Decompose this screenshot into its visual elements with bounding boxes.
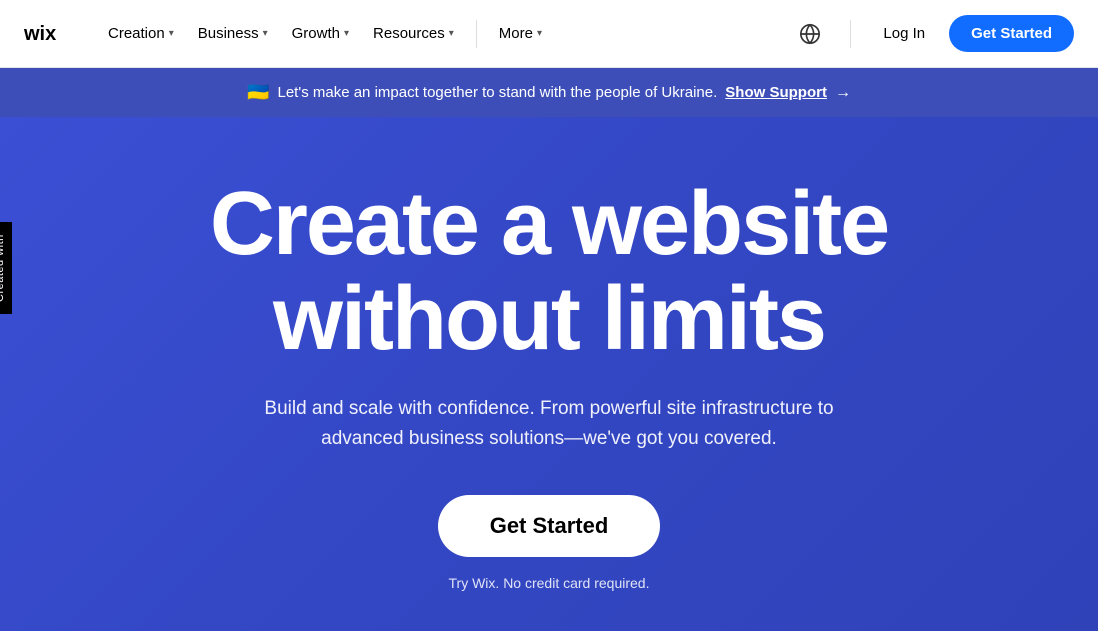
hero-cta-button[interactable]: Get Started (438, 495, 661, 557)
hero-disclaimer: Try Wix. No credit card required. (449, 575, 650, 591)
hero-section: Create a website without limits Build an… (0, 117, 1098, 631)
ukraine-flag: 🇺🇦 (247, 82, 269, 103)
nav-menu: Creation ▾ Business ▾ Growth ▾ Resources… (98, 17, 794, 50)
nav-chevron-resources: ▾ (449, 28, 454, 39)
side-badge-text: Created with (0, 234, 6, 302)
login-button[interactable]: Log In (875, 19, 933, 48)
navbar-actions: Log In Get Started (794, 15, 1074, 52)
logo[interactable]: wix (24, 24, 66, 44)
nav-item-creation-label: Creation (108, 25, 165, 42)
nav-chevron-business: ▾ (263, 28, 268, 39)
side-badge: Created with (0, 222, 12, 314)
nav-divider (476, 20, 477, 48)
hero-title-line2: without limits (273, 269, 825, 369)
navbar: wix Creation ▾ Business ▾ Growth ▾ Resou… (0, 0, 1098, 68)
nav-item-creation[interactable]: Creation ▾ (98, 17, 184, 50)
nav-item-more-label: More (499, 25, 533, 42)
svg-text:wix: wix (24, 24, 56, 44)
hero-subtitle: Build and scale with confidence. From po… (249, 394, 849, 455)
nav-item-business[interactable]: Business ▾ (188, 17, 278, 50)
hero-title-line1: Create a website (210, 174, 888, 274)
hero-title: Create a website without limits (210, 177, 888, 366)
nav-chevron-more: ▾ (537, 28, 542, 39)
nav-item-business-label: Business (198, 25, 259, 42)
get-started-nav-button[interactable]: Get Started (949, 15, 1074, 52)
nav-item-resources-label: Resources (373, 25, 445, 42)
nav-chevron-growth: ▾ (344, 28, 349, 39)
nav-chevron-creation: ▾ (169, 28, 174, 39)
ukraine-message: Let's make an impact together to stand w… (277, 84, 717, 101)
show-support-arrow: → (835, 84, 851, 102)
wix-logo-svg: wix (24, 24, 66, 44)
nav-item-growth[interactable]: Growth ▾ (282, 17, 359, 50)
language-selector[interactable] (794, 18, 826, 50)
show-support-link[interactable]: Show Support (725, 84, 827, 101)
ukraine-banner: 🇺🇦 Let's make an impact together to stan… (0, 68, 1098, 117)
nav-item-more[interactable]: More ▾ (489, 17, 552, 50)
nav-item-growth-label: Growth (292, 25, 340, 42)
nav-item-resources[interactable]: Resources ▾ (363, 17, 464, 50)
action-divider (850, 20, 851, 48)
globe-icon (799, 23, 821, 45)
